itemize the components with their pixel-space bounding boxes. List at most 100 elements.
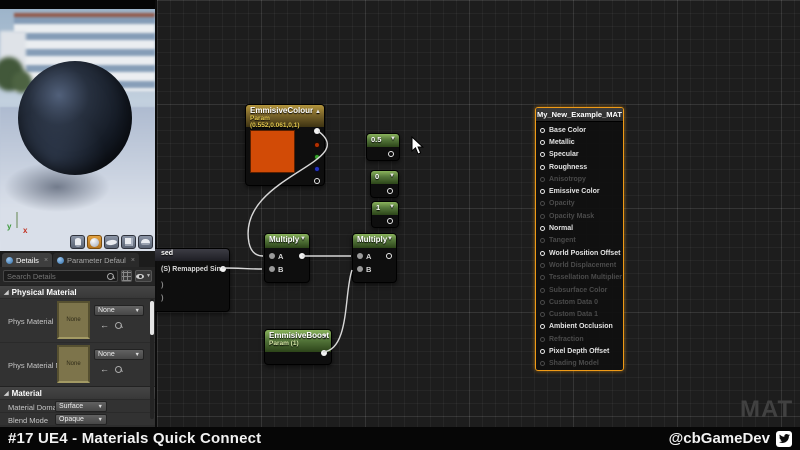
output-pin[interactable]	[321, 350, 327, 356]
material-pin-row[interactable]: Specular	[540, 149, 621, 161]
node-constant-header[interactable]: 1 ▼	[372, 202, 398, 215]
output-pin[interactable]	[299, 253, 305, 259]
input-pin[interactable]	[540, 312, 545, 317]
close-icon[interactable]: ×	[44, 257, 48, 264]
material-pin-row[interactable]: Metallic	[540, 136, 621, 148]
preview-shape-plane-button[interactable]	[104, 235, 119, 249]
asset-dropdown[interactable]: None ▼	[94, 349, 144, 360]
input-pin[interactable]	[540, 361, 545, 366]
search-box[interactable]	[3, 270, 118, 282]
grid-view-icon[interactable]	[121, 270, 132, 282]
use-selected-icon[interactable]: ←	[100, 365, 109, 373]
output-pin[interactable]	[388, 151, 394, 157]
input-pin[interactable]	[540, 251, 545, 256]
input-pin[interactable]	[540, 214, 545, 219]
node-emissive-boost-header[interactable]: EmmisiveBoost Param (1) ▼	[265, 330, 331, 352]
input-pin[interactable]	[540, 152, 545, 157]
node-constant-0[interactable]: 0 ▼	[370, 170, 399, 198]
chevron-down-icon[interactable]: ▼	[322, 334, 328, 340]
input-pin[interactable]	[540, 300, 545, 305]
node-emissive-colour[interactable]: EmmisiveColour Param (0.552,0.061,0,1) ▲	[245, 104, 325, 186]
output-pin[interactable]	[387, 188, 393, 194]
material-pin-row[interactable]: Shading Model	[540, 358, 621, 370]
input-pin[interactable]	[540, 349, 545, 354]
input-pin[interactable]	[540, 201, 545, 206]
output-pin-rgb[interactable]	[314, 128, 320, 134]
input-pin[interactable]	[540, 324, 545, 329]
material-pin-row[interactable]: Custom Data 0	[540, 296, 621, 308]
input-pin[interactable]	[540, 189, 545, 194]
input-pin[interactable]	[540, 337, 545, 342]
input-pin-a[interactable]	[269, 253, 275, 259]
output-pin-b[interactable]	[314, 166, 320, 172]
chevron-down-icon[interactable]: ▼	[390, 136, 396, 142]
output-pin-a[interactable]	[314, 178, 320, 184]
material-pin-row[interactable]: Roughness	[540, 161, 621, 173]
output-pin[interactable]	[387, 218, 393, 224]
input-pin-b[interactable]	[269, 266, 275, 272]
material-pin-row[interactable]: Pixel Depth Offset	[540, 345, 621, 357]
material-pin-row[interactable]: Emissive Color	[540, 185, 621, 197]
blend-mode-dropdown[interactable]: Opaque ▼	[55, 414, 107, 425]
material-pin-row[interactable]: World Position Offset	[540, 247, 621, 259]
color-swatch[interactable]	[250, 130, 295, 173]
input-pin[interactable]	[540, 288, 545, 293]
input-pin[interactable]	[540, 177, 545, 182]
collapse-triangle-icon[interactable]: ▲	[315, 109, 321, 115]
browse-icon[interactable]	[115, 366, 122, 373]
use-selected-icon[interactable]: ←	[100, 321, 109, 329]
preview-shape-teapot-button[interactable]	[138, 235, 153, 249]
material-pin-row[interactable]: World Displacement	[540, 259, 621, 271]
output-pin-g[interactable]	[314, 154, 320, 160]
expand-triangle-icon[interactable]: ◢	[4, 390, 9, 397]
node-emissive-boost[interactable]: EmmisiveBoost Param (1) ▼	[264, 329, 332, 365]
input-pin[interactable]	[540, 140, 545, 145]
node-constant-0-5[interactable]: 0.5 ▼	[366, 133, 400, 161]
tab-details[interactable]: Details ×	[2, 253, 52, 267]
node-constant-header[interactable]: 0.5 ▼	[367, 134, 399, 147]
output-pin[interactable]	[220, 266, 226, 272]
preview-shape-cylinder-button[interactable]	[70, 235, 85, 249]
scrollbar-thumb[interactable]	[150, 301, 154, 335]
chevron-down-icon[interactable]: ▼	[389, 173, 395, 179]
input-pin[interactable]	[540, 226, 545, 231]
material-pin-row[interactable]: Opacity Mask	[540, 210, 621, 222]
material-pin-row[interactable]: Normal	[540, 222, 621, 234]
material-pin-row[interactable]: Opacity	[540, 198, 621, 210]
chevron-down-icon[interactable]: ▼	[300, 236, 306, 242]
input-pin-a[interactable]	[357, 253, 363, 259]
node-multiply-1[interactable]: Multiply ▼ A B	[264, 233, 310, 283]
asset-thumbnail[interactable]: None	[57, 301, 90, 339]
expand-triangle-icon[interactable]: ◢	[4, 289, 9, 296]
details-scrollbar[interactable]	[150, 299, 154, 419]
input-pin[interactable]	[540, 238, 545, 243]
chevron-down-icon[interactable]: ▼	[387, 236, 393, 242]
node-remapped-sine[interactable]: sed (S) Remapped Sine ) )	[152, 248, 230, 312]
asset-thumbnail[interactable]: None	[57, 345, 90, 383]
tab-parameter-defaults[interactable]: Parameter Defaul ×	[53, 253, 139, 267]
input-pin[interactable]	[540, 275, 545, 280]
node-emissive-colour-header[interactable]: EmmisiveColour Param (0.552,0.061,0,1) ▲	[246, 105, 324, 127]
node-constant-header[interactable]: 0 ▼	[371, 171, 398, 184]
node-multiply-header[interactable]: Multiply ▼	[353, 234, 396, 248]
chevron-down-icon[interactable]: ▼	[389, 204, 395, 210]
material-pin-row[interactable]: Tessellation Multiplier	[540, 272, 621, 284]
input-pin[interactable]	[540, 263, 545, 268]
material-graph-canvas[interactable]: sed (S) Remapped Sine ) ) EmmisiveColour…	[155, 0, 800, 427]
input-pin-b[interactable]	[357, 266, 363, 272]
material-pin-row[interactable]: Ambient Occlusion	[540, 321, 621, 333]
section-header-physical-material[interactable]: ◢ Physical Material	[0, 285, 155, 298]
browse-icon[interactable]	[115, 322, 122, 329]
material-pin-row[interactable]: Custom Data 1	[540, 308, 621, 320]
material-domain-dropdown[interactable]: Surface ▼	[55, 401, 107, 412]
output-pin[interactable]	[386, 253, 392, 259]
asset-dropdown[interactable]: None ▼	[94, 305, 144, 316]
node-multiply-header[interactable]: Multiply ▼	[265, 234, 309, 248]
node-multiply-2[interactable]: Multiply ▼ A B	[352, 233, 397, 283]
node-constant-1[interactable]: 1 ▼	[371, 201, 399, 228]
preview-shape-sphere-button[interactable]	[87, 235, 102, 249]
close-icon[interactable]: ×	[131, 257, 135, 264]
material-pin-row[interactable]: Refraction	[540, 333, 621, 345]
search-input[interactable]	[7, 272, 104, 281]
preview-shape-cube-button[interactable]	[121, 235, 136, 249]
